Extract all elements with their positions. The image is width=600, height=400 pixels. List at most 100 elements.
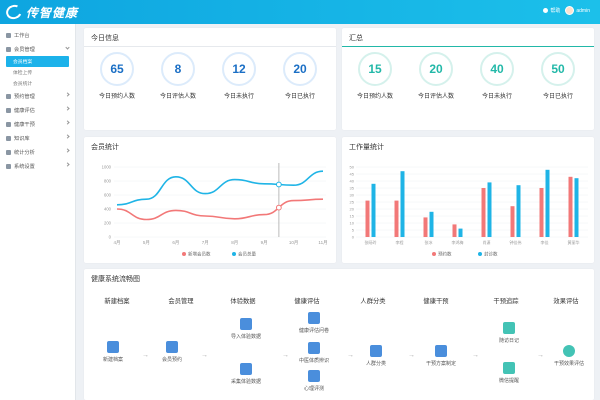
flow-step-heading: 干预追踪	[493, 298, 519, 305]
bar	[545, 169, 550, 237]
bar	[539, 188, 544, 237]
stat-value: 8	[161, 52, 195, 86]
y-tick-label: 50	[350, 165, 355, 170]
bar	[458, 228, 463, 237]
flow-node-icon	[107, 341, 119, 353]
sidebar-subitem-2[interactable]: 会员统计	[0, 78, 75, 89]
bar	[423, 217, 428, 237]
bar	[394, 200, 399, 237]
arrow-right-icon: →	[282, 352, 289, 359]
y-tick-label: 15	[350, 214, 355, 219]
menu-icon	[6, 121, 11, 127]
flow-node[interactable]: 微信提醒	[479, 362, 539, 384]
flow-step-heading: 新建档案	[104, 298, 130, 305]
x-tick-label: 7月	[202, 240, 209, 246]
menu-icon	[6, 149, 11, 155]
member-line-chart[interactable]: 0 200 400 600 800 1000 4月 5月 6月 7月 8月 9月 10月 11月新增会员数…	[84, 137, 336, 263]
sidebar-item-7[interactable]: 系统设置	[0, 159, 75, 173]
sidebar-item-5[interactable]: 知识库	[0, 131, 75, 145]
sidebar-item-1[interactable]: 会员管理	[0, 42, 75, 56]
x-tick-label: 10月	[289, 240, 299, 246]
flow-node-label: 健康评估问卷	[298, 328, 329, 334]
flow-node-icon	[435, 345, 447, 357]
flow-node[interactable]: 人群分类	[346, 345, 406, 367]
bell-icon	[543, 8, 549, 13]
flow-node-icon	[563, 345, 575, 357]
flow-node[interactable]: 导入体验数据	[216, 318, 276, 340]
flow-node-label: 新建档案	[102, 357, 123, 363]
flow-node-label: 会员预约	[161, 357, 182, 363]
user-menu[interactable]: admin	[565, 6, 590, 15]
flow-node[interactable]: 心理评测	[284, 370, 344, 392]
sidebar-item-2[interactable]: 预约管理	[0, 89, 75, 103]
bar	[365, 200, 370, 237]
x-tick-label: 9月	[261, 240, 268, 246]
sidebar-item-4[interactable]: 健康干预	[0, 117, 75, 131]
flow-node[interactable]: 随访日记	[479, 322, 539, 344]
flow-node[interactable]: 会员预约	[142, 341, 202, 363]
y-tick-label: 400	[104, 207, 112, 212]
flow-node[interactable]: 采集体验数据	[216, 363, 276, 385]
menu-icon	[6, 135, 11, 141]
flow-node[interactable]: 中医体质辨识	[284, 342, 344, 364]
flow-node-icon	[308, 342, 320, 354]
bar	[487, 182, 492, 237]
sidebar-item-0[interactable]: 工作台	[0, 28, 75, 42]
series-line-1	[116, 170, 324, 206]
legend-label: 预约数	[438, 251, 452, 258]
logo[interactable]: 传智健康	[4, 2, 78, 22]
flow-node-icon	[503, 362, 515, 374]
flow-node[interactable]: 干预方案制定	[411, 345, 471, 367]
x-tick-label: 5月	[143, 240, 150, 246]
stat-card: 20 今日评估人数	[411, 52, 461, 100]
flow-node-icon	[308, 312, 320, 324]
stat-label: 今日未执行	[223, 94, 254, 100]
sidebar-item-3[interactable]: 健康评估	[0, 103, 75, 117]
y-tick-label: 30	[350, 193, 355, 198]
sidebar-subitem-0[interactable]: 会员档案	[6, 56, 69, 67]
bar	[452, 224, 457, 237]
x-tick-label: 李鸿梅	[452, 239, 464, 245]
y-tick-label: 5	[352, 228, 355, 233]
flow-node-icon	[308, 370, 320, 382]
flow-node-label: 采集体验数据	[230, 379, 261, 385]
x-tick-label: 李佳	[541, 239, 549, 245]
sidebar-subitem-1[interactable]: 体检上传	[0, 67, 75, 78]
menu-icon	[6, 107, 11, 113]
sidebar-item-6[interactable]: 统计分析	[0, 145, 75, 159]
workload-bar-chart[interactable]: 0 5 10 15 20 25 30 35 40 45 50 张旸玲 李程 张冰 李鸿梅 肖潇 钟佳伟 李佳 黄丽华…	[342, 137, 594, 263]
bar	[568, 176, 573, 237]
stat-label: 今日已执行	[542, 94, 573, 100]
sidebar: 工作台 会员管理 会员档案 体检上传 会员统计 预约管理 健康评估 健康干预 知识库 统计分析 系统…	[0, 24, 76, 400]
bar	[371, 183, 376, 237]
y-tick-label: 0	[109, 235, 112, 240]
flow-node[interactable]: 干预效果评估	[539, 345, 599, 367]
bar	[429, 211, 434, 237]
x-tick-label: 4月	[113, 240, 120, 246]
flow-node[interactable]: 健康评估问卷	[284, 312, 344, 334]
chevron-icon	[65, 45, 70, 50]
chevron-icon	[65, 162, 70, 167]
avatar	[565, 6, 575, 15]
y-tick-label: 0	[352, 235, 355, 240]
y-tick-label: 200	[104, 221, 112, 226]
arrow-right-icon: →	[408, 352, 415, 359]
menu-icon	[6, 32, 11, 38]
panel-title: 健康系统流畅图	[91, 276, 140, 283]
bar	[516, 185, 521, 237]
flow-node-label: 干预效果评估	[553, 361, 584, 367]
chevron-icon	[65, 134, 70, 139]
stat-value: 65	[100, 52, 134, 86]
flow-node-icon	[503, 322, 515, 334]
bar	[481, 188, 486, 237]
stat-value: 15	[358, 52, 392, 86]
stat-card: 12 今日未执行	[214, 52, 264, 100]
stat-card: 50 今日已执行	[533, 52, 583, 100]
help-link[interactable]: 帮助	[543, 7, 560, 14]
stat-value: 40	[480, 52, 514, 86]
x-tick-label: 李程	[396, 239, 404, 245]
x-tick-label: 6月	[172, 240, 179, 246]
y-tick-label: 600	[104, 193, 112, 198]
flow-node[interactable]: 新建档案	[83, 341, 143, 363]
stat-value: 50	[541, 52, 575, 86]
